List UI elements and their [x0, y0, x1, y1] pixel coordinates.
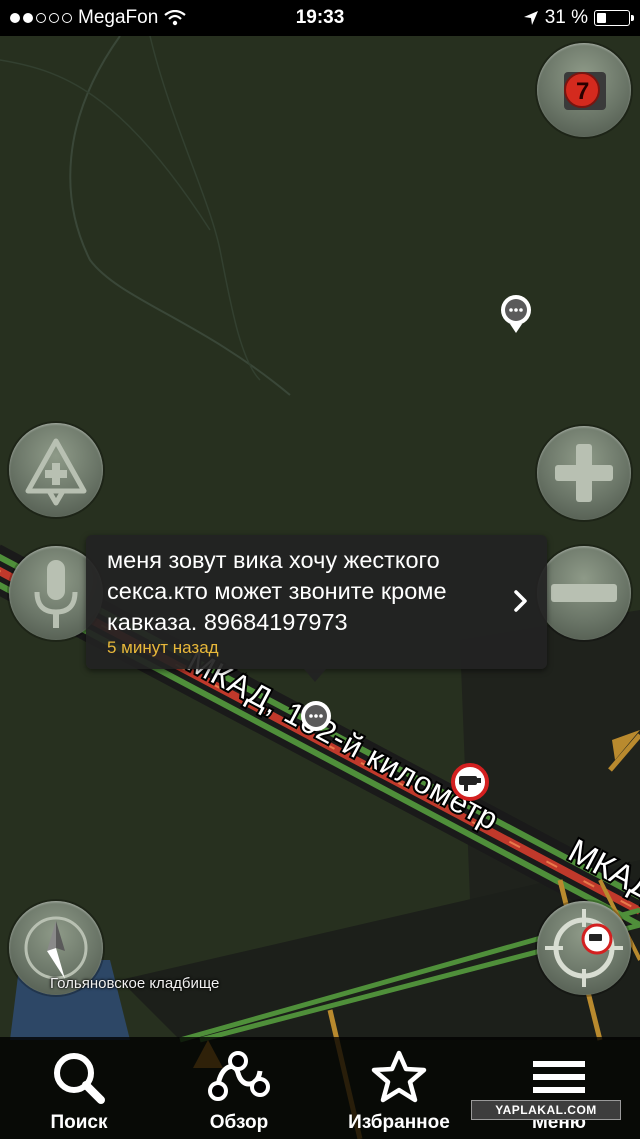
chat-message-popup[interactable]: меня зовут вика хочу жесткого секса.кто …: [86, 535, 547, 682]
traffic-light-icon: 7: [564, 72, 606, 110]
warning-triangle-plus-icon: [25, 438, 87, 506]
chat-marker-active[interactable]: [301, 701, 331, 731]
popup-message-text: меня зовут вика хочу жесткого секса.кто …: [107, 547, 447, 635]
location-arrow-icon: [523, 11, 538, 25]
tab-favorites-label: Избранное: [348, 1112, 450, 1133]
menu-icon: [533, 1061, 585, 1093]
battery-percent: 31 %: [544, 7, 588, 28]
speed-camera-marker[interactable]: [451, 763, 489, 801]
tab-menu[interactable]: Меню: [494, 1037, 624, 1139]
battery-icon: [594, 10, 634, 26]
tab-overview[interactable]: Обзор: [174, 1037, 304, 1139]
star-icon: [371, 1050, 427, 1103]
popup-time-ago: 5 минут назад: [107, 638, 219, 657]
minus-icon: [551, 584, 617, 602]
add-road-event-button[interactable]: [9, 423, 103, 517]
bottom-tab-bar: Поиск Обзор Избранное Меню: [0, 1037, 640, 1139]
zoom-out-button[interactable]: [537, 546, 631, 640]
tab-search-label: Поиск: [50, 1112, 108, 1133]
tab-overview-label: Обзор: [209, 1112, 269, 1133]
place-label-cemetery: Гольяновское кладбище: [50, 975, 220, 992]
traffic-button[interactable]: 7: [537, 43, 631, 137]
overview-route-icon: [208, 1051, 270, 1101]
watermark: YAPLAKAL.COM: [471, 1100, 621, 1120]
chevron-right-icon[interactable]: [513, 589, 529, 613]
zoom-in-button[interactable]: [537, 426, 631, 520]
tab-favorites[interactable]: Избранное: [334, 1037, 464, 1139]
crosshair-location-icon: [545, 909, 623, 987]
search-icon: [54, 1053, 105, 1104]
plus-icon: [555, 444, 613, 502]
my-location-button[interactable]: [537, 901, 631, 995]
traffic-level-badge: 7: [576, 78, 589, 105]
popup-pointer: [304, 669, 326, 682]
tab-search[interactable]: Поиск: [14, 1037, 144, 1139]
status-bar: MegaFon 19:33 31 %: [0, 0, 640, 36]
